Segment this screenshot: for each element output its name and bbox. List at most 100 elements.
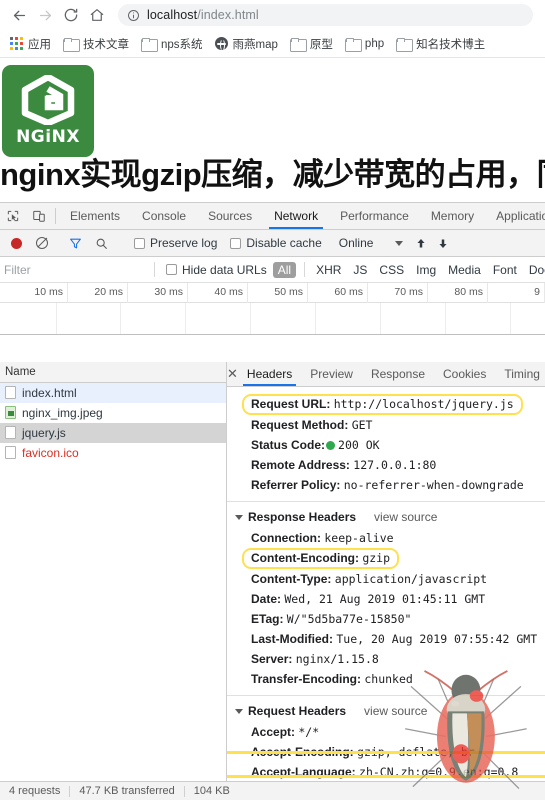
bookmark-php[interactable]: php [341,36,390,52]
network-toolbar: Preserve log Disable cache Online [0,230,545,257]
view-source-link[interactable]: view source [374,506,437,528]
export-har-icon[interactable] [432,237,454,250]
throttle-dropdown[interactable]: Online [339,236,404,250]
bookmark-yuyan-map[interactable]: 雨燕map [211,34,284,54]
search-icon[interactable] [88,237,114,250]
device-toolbar-icon[interactable] [26,203,52,229]
header-row-content-encoding: Content-Encoding: gzip [227,548,545,569]
network-overview[interactable]: 10 ms 20 ms 30 ms 40 ms 50 ms 60 ms 70 m… [0,283,545,335]
highlight-band-top [227,751,545,754]
filter-pill-doc[interactable]: Doc [524,262,545,278]
address-bar[interactable]: localhost/index.html [118,4,533,26]
ruler-tick: 9 [488,283,545,303]
folder-icon [141,37,158,52]
folder-icon [344,37,362,52]
page-title: nginx实现gzip压缩，减少带宽的占用，同 [0,157,545,192]
filter-pill-font[interactable]: Font [488,262,522,278]
tab-response[interactable]: Response [362,362,434,386]
home-button[interactable] [84,2,110,28]
tab-timing[interactable]: Timing [495,362,545,386]
filter-pill-all[interactable]: All [272,261,297,278]
request-headers-section[interactable]: Request Headers view source [227,695,545,722]
close-icon[interactable]: ✕ [227,362,238,386]
filter-pill-css[interactable]: CSS [374,262,409,278]
header-row-status-code: Status Code: 200 OK [227,435,545,455]
highlight-band-bottom [227,775,545,778]
browser-toolbar: localhost/index.html [0,0,545,30]
tab-network[interactable]: Network [263,203,329,229]
filter-pill-media[interactable]: Media [443,262,486,278]
bookmark-apps[interactable]: 应用 [6,34,57,54]
preserve-log-checkbox[interactable]: Preserve log [129,236,217,250]
header-key: Content-Type: [251,572,332,586]
bookmark-label: 技术文章 [83,38,129,51]
timeline-ruler: 10 ms 20 ms 30 ms 40 ms 50 ms 60 ms 70 m… [0,283,545,303]
inspect-element-icon[interactable] [0,203,26,229]
bookmark-prototype[interactable]: 原型 [286,34,339,54]
ruler-tick: 60 ms [308,283,368,303]
tab-console[interactable]: Console [131,203,197,229]
filter-pill-js[interactable]: JS [348,262,372,278]
header-row-transfer-encoding: Transfer-Encoding: chunked [227,669,545,689]
chevron-down-icon [395,240,404,246]
header-row-last-modified: Last-Modified: Tue, 20 Aug 2019 07:55:42… [227,629,545,649]
request-name: jquery.js [22,425,66,440]
filter-input[interactable]: Filter [0,263,148,277]
request-list-header[interactable]: Name [0,362,226,383]
bookmark-tech-articles[interactable]: 技术文章 [59,34,135,54]
view-source-link[interactable]: view source [364,700,427,722]
record-icon[interactable] [3,237,29,249]
header-value: chunked [364,672,413,686]
tab-cookies[interactable]: Cookies [434,362,495,386]
filter-pill-img[interactable]: Img [411,262,441,278]
ruler-tick: 10 ms [0,283,68,303]
hide-data-urls-checkbox[interactable]: Hide data URLs [161,263,267,277]
table-row[interactable]: favicon.ico [0,443,226,463]
reload-button[interactable] [58,2,84,28]
info-circle-icon[interactable] [127,9,140,22]
response-headers-section[interactable]: Response Headers view source [227,501,545,528]
tab-label: Sources [208,209,253,223]
forward-button[interactable] [32,2,58,28]
tab-elements[interactable]: Elements [59,203,131,229]
request-count: 4 requests [9,785,61,797]
disable-cache-checkbox[interactable]: Disable cache [225,236,322,250]
tab-label: Performance [340,209,409,223]
table-row[interactable]: jquery.js [0,423,226,443]
headers-content: Request URL: http://localhost/jquery.js … [227,387,545,781]
tab-memory[interactable]: Memory [420,203,485,229]
tab-sources[interactable]: Sources [197,203,263,229]
header-value: keep-alive [324,531,394,545]
clear-icon[interactable] [29,237,55,249]
table-row[interactable]: index.html [0,383,226,403]
bookmark-label: 应用 [28,38,51,51]
ruler-tick: 70 ms [368,283,428,303]
tab-headers[interactable]: Headers [238,362,301,386]
url-path: /index.html [197,8,259,22]
table-row[interactable]: nginx_img.jpeg [0,403,226,423]
bookmark-famous-tech-bloggers[interactable]: 知名技术博主 [392,34,491,54]
header-key: ETag: [251,612,284,626]
ruler-tick: 50 ms [248,283,308,303]
tab-label: Elements [70,209,121,223]
script-icon [5,426,16,439]
status-badge [326,441,336,450]
tab-performance[interactable]: Performance [329,203,420,229]
back-button[interactable] [6,2,32,28]
ruler-tick: 40 ms [188,283,248,303]
header-value[interactable]: http://localhost/jquery.js [334,397,514,411]
tab-preview[interactable]: Preview [301,362,362,386]
header-value: */* [298,725,320,739]
filter-divider [154,262,155,277]
tab-label: Cookies [443,367,487,381]
chevron-down-icon [235,708,243,714]
header-row-server: Server: nginx/1.15.8 [227,649,545,669]
filter-funnel-icon[interactable] [62,237,88,250]
header-row-request-method: Request Method: GET [227,415,545,435]
filter-pill-xhr[interactable]: XHR [311,262,346,278]
tab-application[interactable]: Application [485,203,545,229]
import-har-icon[interactable] [410,237,432,250]
bookmark-nps-system[interactable]: nps系统 [137,34,209,54]
header-key: Accept: [251,725,296,739]
apps-grid-icon [10,37,23,50]
